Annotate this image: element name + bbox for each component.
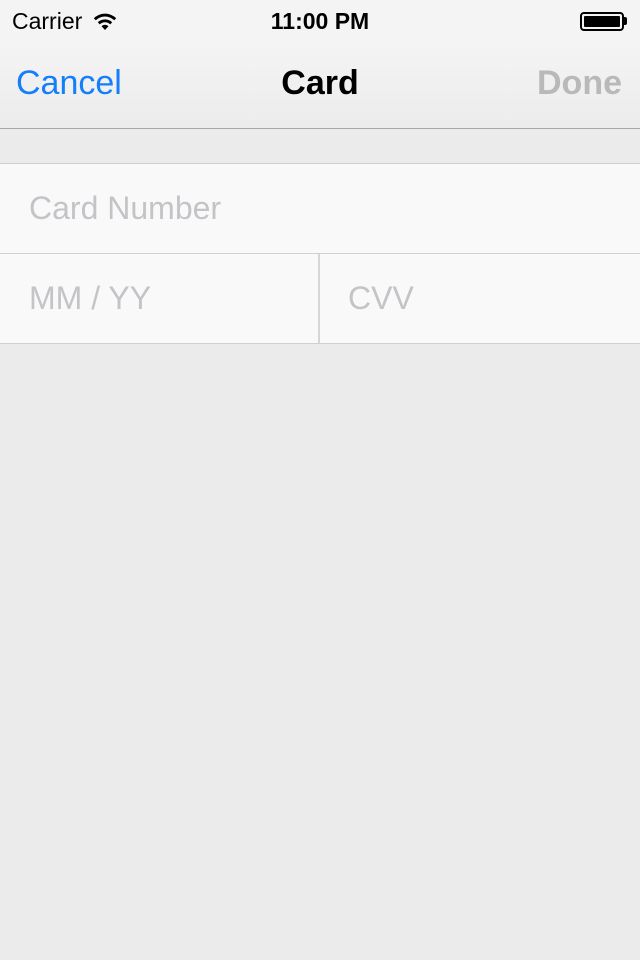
- expiry-cvv-row: [0, 254, 640, 344]
- battery-icon: [580, 11, 628, 31]
- card-form: [0, 163, 640, 344]
- card-number-row: [0, 164, 640, 254]
- expiry-cell: [0, 254, 320, 343]
- navigation-bar: Cancel Card Done: [0, 40, 640, 129]
- card-number-input[interactable]: [0, 164, 640, 253]
- cvv-input[interactable]: [320, 254, 640, 343]
- cvv-cell: [320, 254, 640, 343]
- cancel-button[interactable]: Cancel: [16, 64, 122, 103]
- carrier-indicator: Carrier: [12, 8, 118, 35]
- done-button[interactable]: Done: [537, 64, 622, 103]
- wifi-icon: [94, 13, 117, 30]
- expiry-input[interactable]: [0, 254, 318, 343]
- carrier-label: Carrier: [12, 8, 83, 34]
- status-bar: Carrier 11:00 PM: [0, 0, 640, 40]
